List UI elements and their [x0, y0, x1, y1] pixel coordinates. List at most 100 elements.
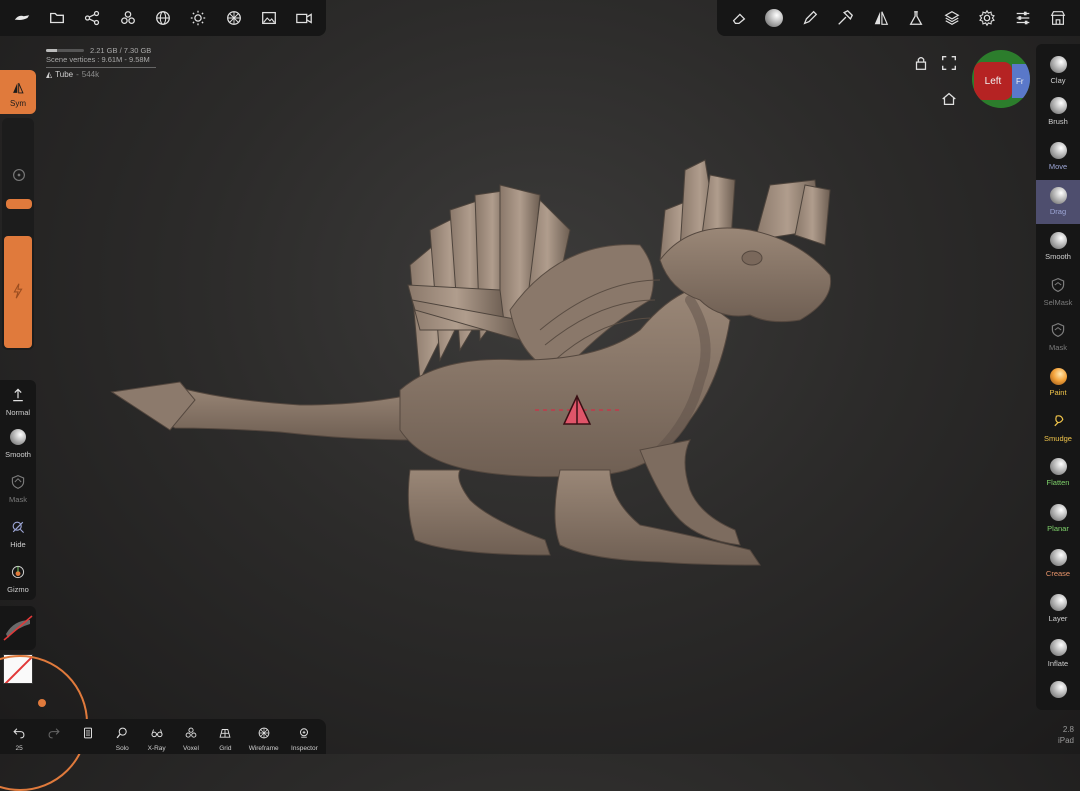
brush-label: Layer [1048, 613, 1068, 623]
dragon-model[interactable] [40, 40, 1025, 740]
brush-flatten[interactable]: Flatten [1036, 451, 1080, 495]
brush-label: Brush [1048, 116, 1068, 126]
symmetry-icon [7, 77, 29, 99]
redo-icon [43, 722, 65, 744]
eraser-icon[interactable] [728, 7, 750, 29]
version-text: 2.8 [1062, 725, 1074, 734]
lighting-sun-icon[interactable] [187, 7, 209, 29]
3d-viewport[interactable] [40, 40, 1025, 740]
left-tool-mask[interactable]: Mask [0, 465, 36, 510]
pen-icon[interactable] [799, 7, 821, 29]
left-tool-normal[interactable]: Normal [0, 380, 36, 420]
brush-sphere-icon [1049, 96, 1067, 114]
hammer-icon[interactable] [834, 7, 856, 29]
grid-button[interactable]: Grid [214, 722, 236, 752]
current-tool-sphere-icon[interactable] [763, 7, 785, 29]
camera-video-icon[interactable] [293, 7, 315, 29]
history-icon [77, 722, 99, 744]
brush-sphere-icon [1049, 367, 1067, 385]
background-image-icon[interactable] [258, 7, 280, 29]
brush-selmask[interactable]: SelMask [1036, 270, 1080, 314]
upload-arrow-icon [7, 384, 29, 406]
smooth-sphere-icon [7, 426, 29, 448]
solo-search-icon [111, 722, 133, 744]
voxel-button[interactable]: Voxel [180, 722, 202, 752]
folder-icon[interactable] [46, 7, 68, 29]
symmetry-icon[interactable] [870, 7, 892, 29]
brush-drag[interactable]: Drag [1036, 179, 1080, 224]
xray-glasses-button[interactable]: X-Ray [146, 722, 168, 752]
view-cube-front-face[interactable]: Fr [1012, 64, 1030, 98]
intensity-lightning-icon [13, 283, 23, 299]
view-cube-left-face[interactable]: Left [974, 62, 1012, 100]
brush-sphere-icon [1049, 548, 1067, 566]
brush-crease[interactable]: Crease [1036, 541, 1080, 585]
brush-label: Crease [1045, 568, 1071, 578]
brush-planar[interactable]: Planar [1036, 496, 1080, 540]
brush-label: Drag [1049, 207, 1067, 217]
lock-icon[interactable] [910, 52, 932, 74]
sliders-icon[interactable] [1012, 7, 1034, 29]
brush-mask[interactable]: Mask [1036, 315, 1080, 359]
brush-more[interactable] [1036, 677, 1080, 703]
redo-button[interactable] [43, 722, 65, 752]
layers-icon[interactable] [941, 7, 963, 29]
smudge-icon [1050, 413, 1066, 431]
scene-graph-icon[interactable] [81, 7, 103, 29]
brush-layer[interactable]: Layer [1036, 586, 1080, 630]
left-tool-stack: Normal Smooth Mask Hide Gizmo [0, 380, 36, 600]
brush-sphere-icon [1049, 681, 1067, 699]
brush-label: Mask [1049, 343, 1067, 353]
bottom-bar-label [53, 745, 55, 752]
brush-move[interactable]: Move [1036, 134, 1080, 178]
matcap-button[interactable] [0, 606, 36, 650]
left-tool-smooth[interactable]: Smooth [0, 420, 36, 465]
brush-label: Move [1048, 161, 1068, 171]
bottom-bar-label: Solo [115, 744, 129, 752]
brush-slider-panel [2, 118, 34, 350]
brush-label: Inflate [1047, 659, 1069, 669]
undo-button[interactable]: 25 [8, 722, 30, 752]
left-tool-label: Hide [10, 540, 26, 549]
brush-paint[interactable]: Paint [1036, 360, 1080, 404]
left-tool-hide[interactable]: Hide [0, 510, 36, 555]
brush-sphere-icon [1049, 187, 1067, 205]
topology-globe-icon[interactable] [152, 7, 174, 29]
inspector-button[interactable]: Inspector [291, 722, 318, 752]
radius-slider-knob[interactable] [6, 199, 32, 209]
brush-brush[interactable]: Brush [1036, 89, 1080, 133]
brush-sphere-icon [1049, 639, 1067, 657]
bottom-bar-label: X-Ray [147, 744, 166, 752]
left-tool-gizmo[interactable]: Gizmo [0, 555, 36, 600]
brush-smooth[interactable]: Smooth [1036, 225, 1080, 269]
wireframe-button[interactable]: Wireframe [249, 722, 279, 752]
flask-icon[interactable] [905, 7, 927, 29]
symmetry-button[interactable]: Sym [0, 70, 36, 114]
inspector-icon [293, 722, 315, 744]
brush-sphere-icon [1049, 55, 1067, 73]
radius-slider[interactable] [4, 118, 32, 222]
fullscreen-icon[interactable] [938, 52, 960, 74]
history-button[interactable] [77, 722, 99, 752]
intensity-slider[interactable] [4, 236, 32, 348]
home-icon[interactable] [938, 88, 960, 110]
symmetry-label: Sym [10, 98, 26, 108]
brush-smudge[interactable]: Smudge [1036, 406, 1080, 450]
primitives-icon[interactable] [117, 7, 139, 29]
left-tool-label: Mask [9, 495, 27, 504]
bottom-bar-label: Inspector [291, 744, 318, 752]
material-sphere-icon[interactable] [223, 7, 245, 29]
settings-gear-icon[interactable] [976, 7, 998, 29]
left-tool-label: Smooth [5, 450, 31, 459]
bottom-toolbar: 25 Solo X-Ray Voxel Grid Wireframe Inspector [0, 719, 326, 754]
sculpt-logo-icon[interactable] [11, 7, 33, 29]
solo-search-button[interactable]: Solo [111, 722, 133, 752]
store-icon[interactable] [1047, 7, 1069, 29]
undo-icon [8, 722, 30, 744]
brush-clay[interactable]: Clay [1036, 48, 1080, 92]
brush-inflate[interactable]: Inflate [1036, 632, 1080, 676]
bottom-bar-label: Grid [219, 744, 232, 752]
grid-icon [214, 722, 236, 744]
view-cube[interactable]: Left Fr [972, 50, 1030, 108]
mask-shield-icon [1050, 322, 1066, 340]
